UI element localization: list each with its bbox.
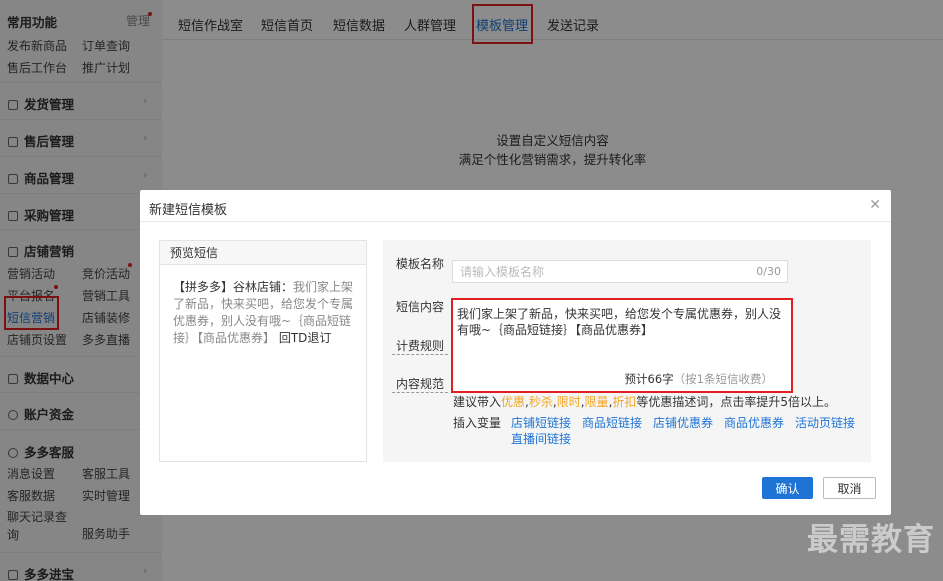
insert-goods-short-link[interactable]: 商品短链接 xyxy=(582,414,642,431)
suggest-word: 优惠 xyxy=(501,395,526,409)
suggest-word: 折扣 xyxy=(612,395,637,409)
insert-activity-link[interactable]: 活动页链接 xyxy=(795,414,855,431)
suggest-word: 秒杀 xyxy=(528,395,553,409)
cancel-button[interactable]: 取消 xyxy=(823,477,876,499)
keyword-suggestion: 建议带入优惠,秒杀,限时,限量,折扣等优惠描述词，点击率提升5倍以上。 xyxy=(453,395,837,409)
char-estimate: 预计66字（按1条短信收费） xyxy=(624,372,773,386)
preview-unsubscribe: 回TD退订 xyxy=(278,331,332,345)
billing-rules-link[interactable]: 计费规则 xyxy=(392,339,448,355)
preview-shop-prefix: 【拼多多】谷林店铺： xyxy=(173,280,294,294)
sms-preview-panel: 预览短信 【拼多多】谷林店铺：我们家上架了新品，快来买吧，给您发个专属优惠券，别… xyxy=(159,240,367,462)
close-icon[interactable]: ✕ xyxy=(869,197,881,213)
sms-content-box[interactable]: 我们家上架了新品，快来买吧，给您发个专属优惠券，别人没有哦~｛商品短链接｝【商品… xyxy=(451,298,793,393)
preview-title: 预览短信 xyxy=(160,241,366,265)
template-name-count: 0/30 xyxy=(756,265,781,278)
sms-content-textarea[interactable]: 我们家上架了新品，快来买吧，给您发个专属优惠券，别人没有哦~｛商品短链接｝【商品… xyxy=(457,306,787,366)
insert-goods-coupon[interactable]: 商品优惠券 xyxy=(724,414,784,431)
suggest-word: 限量 xyxy=(584,395,609,409)
insert-shop-short-link[interactable]: 店铺短链接 xyxy=(511,414,571,431)
new-sms-template-dialog: 新建短信模板 ✕ 预览短信 【拼多多】谷林店铺：我们家上架了新品，快来买吧，给您… xyxy=(140,190,891,515)
template-name-label: 模板名称 xyxy=(395,257,444,271)
sms-content-label: 短信内容 xyxy=(395,300,444,314)
watermark-logo: 最需教育 xyxy=(807,522,935,558)
template-form: 模板名称 0/30 短信内容 计费规则 内容规范 我们家上架了新品，快来买吧，给… xyxy=(383,240,871,462)
confirm-button[interactable]: 确认 xyxy=(762,477,813,499)
preview-text: 【拼多多】谷林店铺：我们家上架了新品，快来买吧，给您发个专属优惠券，别人没有哦~… xyxy=(160,265,366,347)
insert-live-room-link[interactable]: 直播间链接 xyxy=(511,430,571,447)
suggest-word: 限时 xyxy=(556,395,581,409)
template-name-input[interactable] xyxy=(453,261,733,282)
template-name-field[interactable]: 0/30 xyxy=(452,260,788,283)
dialog-header: 新建短信模板 ✕ xyxy=(140,190,891,222)
dialog-title: 新建短信模板 xyxy=(149,203,228,218)
insert-variable-label: 插入变量 xyxy=(453,416,502,430)
content-spec-link[interactable]: 内容规范 xyxy=(392,377,448,393)
insert-shop-coupon[interactable]: 店铺优惠券 xyxy=(653,414,713,431)
